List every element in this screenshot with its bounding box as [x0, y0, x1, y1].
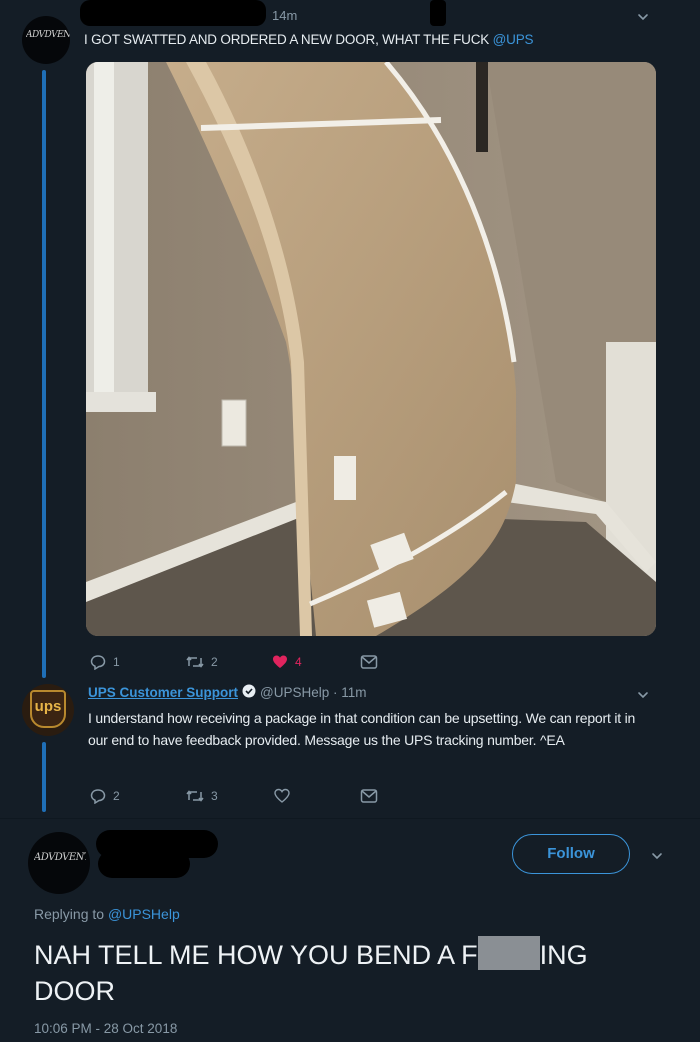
reply-header: UPS Customer Support @UPSHelp · 11m: [88, 684, 367, 701]
mention-link[interactable]: @UPS: [493, 32, 534, 47]
display-name[interactable]: UPS Customer Support: [88, 685, 238, 700]
like-action[interactable]: 4: [272, 654, 302, 670]
chevron-down-icon[interactable]: [637, 688, 649, 700]
redacted-username: [80, 0, 266, 26]
reply-text: I understand how receiving a package in …: [88, 710, 636, 748]
retweet-count: 2: [211, 655, 218, 669]
verified-badge-icon: [242, 684, 256, 701]
retweet-icon: [186, 790, 204, 802]
message-action[interactable]: [360, 654, 378, 670]
tweet-time[interactable]: 14m: [272, 8, 297, 23]
like-count: 4: [295, 655, 302, 669]
avatar[interactable]: ADVDVENTURE: [28, 832, 90, 894]
ups-logo: ups: [30, 690, 66, 728]
heart-icon: [274, 788, 290, 803]
redacted-mark: [430, 0, 446, 26]
retweet-action[interactable]: 2: [186, 654, 218, 670]
door-box-photo: [86, 62, 656, 636]
tweet-timestamp[interactable]: 10:06 PM - 28 Oct 2018: [34, 1021, 177, 1036]
thread-line: [42, 70, 46, 678]
reply-action[interactable]: 2: [90, 788, 120, 804]
heart-icon: [273, 655, 287, 668]
handle-time[interactable]: @UPSHelp · 11m: [260, 685, 366, 700]
avatar[interactable]: ADVDVENTURE: [22, 16, 70, 64]
replying-to: Replying to @UPSHelp: [34, 906, 180, 922]
main-tweet-line1: NAH TELL ME HOW YOU BEND A F ING: [34, 936, 588, 973]
main-tweet-line2: DOOR: [34, 976, 115, 1006]
retweet-count: 3: [211, 789, 218, 803]
reply-count: 2: [113, 789, 120, 803]
avatar-logo: ADVDVENTURE: [26, 30, 70, 40]
redacted-handle: [98, 850, 190, 878]
tweet-text: I GOT SWATTED AND ORDERED A NEW DOOR, WH…: [84, 32, 534, 47]
main-text-part2: ING: [539, 940, 588, 970]
replying-to-handle[interactable]: @UPSHelp: [108, 906, 180, 922]
retweet-action[interactable]: 3: [186, 788, 218, 804]
replying-to-label: Replying to: [34, 906, 108, 922]
main-text-part1: NAH TELL ME HOW YOU BEND A F: [34, 940, 478, 970]
censor-block: [477, 936, 540, 970]
reply-icon: [90, 789, 106, 804]
follow-button[interactable]: Follow: [512, 834, 630, 874]
like-action[interactable]: [274, 788, 290, 804]
chevron-down-icon[interactable]: [637, 10, 649, 22]
avatar-logo: ADVDVENTURE: [34, 852, 86, 863]
reply-count: 1: [113, 655, 120, 669]
chevron-down-icon[interactable]: [651, 849, 663, 861]
ups-avatar[interactable]: ups: [22, 684, 74, 736]
reply-icon: [90, 655, 106, 670]
retweet-icon: [186, 656, 204, 668]
reply-action[interactable]: 1: [90, 654, 120, 670]
main-tweet-text: NAH TELL ME HOW YOU BEND A F ING DOOR: [34, 936, 588, 1009]
message-action[interactable]: [360, 788, 378, 804]
divider: [0, 818, 700, 819]
thread-line: [42, 742, 46, 812]
envelope-icon: [360, 789, 378, 803]
tweet-photo[interactable]: [86, 62, 656, 636]
tweet-body: I GOT SWATTED AND ORDERED A NEW DOOR, WH…: [84, 32, 493, 47]
envelope-icon: [360, 655, 378, 669]
